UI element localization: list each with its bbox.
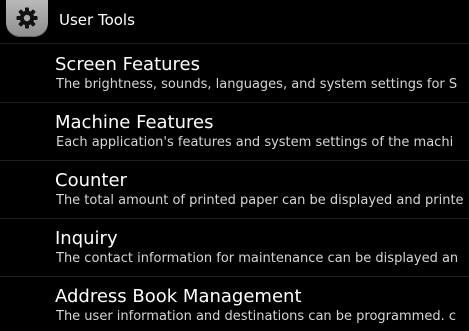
list-item-screen-features[interactable]: Screen Features The brightness, sounds, … xyxy=(0,44,469,103)
item-title: Address Book Management xyxy=(55,286,302,307)
user-tools-tab[interactable] xyxy=(6,0,48,37)
list-item-counter[interactable]: Counter The total amount of printed pape… xyxy=(0,160,469,219)
item-title: Screen Features xyxy=(55,54,201,75)
user-tools-screen: User Tools Screen Features The brightnes… xyxy=(0,0,469,331)
page-title: User Tools xyxy=(59,11,135,29)
item-title: Machine Features xyxy=(55,112,214,133)
item-description: The total amount of printed paper can be… xyxy=(56,193,464,208)
list-item-inquiry[interactable]: Inquiry The contact information for main… xyxy=(0,218,469,277)
item-description: The brightness, sounds, languages, and s… xyxy=(56,77,458,92)
title-bar: User Tools xyxy=(0,0,469,44)
item-title: Counter xyxy=(55,170,127,191)
item-description: The user information and destinations ca… xyxy=(56,309,456,324)
list-item-address-book-management[interactable]: Address Book Management The user informa… xyxy=(0,276,469,331)
item-description: The contact information for maintenance … xyxy=(56,251,459,266)
list-item-machine-features[interactable]: Machine Features Each application's feat… xyxy=(0,102,469,161)
item-description: Each application's features and system s… xyxy=(56,135,454,150)
item-title: Inquiry xyxy=(55,228,118,249)
